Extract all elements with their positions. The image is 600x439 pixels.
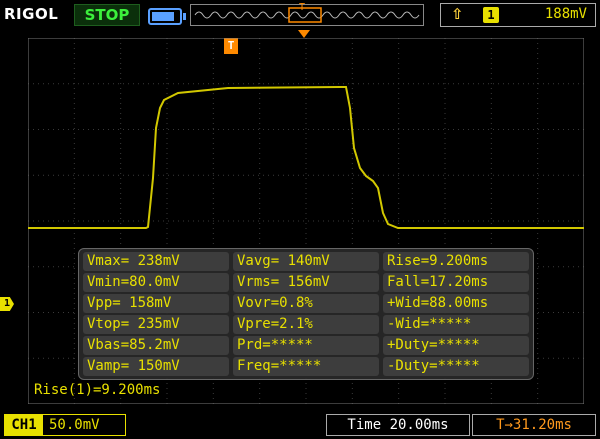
measure-pos-width: +Wid=88.00ms <box>383 294 529 313</box>
bottom-bar: CH1 50.0mV Time 20.00ms T→31.20ms <box>0 408 600 439</box>
measure-vpp: Vpp= 158mV <box>83 294 229 313</box>
measure-row: Vmin=80.0mV Vrms= 156mV Fall=17.20ms <box>79 272 533 293</box>
trigger-panel[interactable]: ⇧ 1 188mV <box>440 3 596 27</box>
measure-vamp: Vamp= 150mV <box>83 357 229 376</box>
channel-1-marker[interactable]: 1 <box>0 297 14 311</box>
channel-1-settings[interactable]: CH1 50.0mV <box>4 414 126 436</box>
timebase-readout[interactable]: Time 20.00ms <box>326 414 470 436</box>
measure-row: Vamp= 150mV Freq=***** -Duty=***** <box>79 356 533 377</box>
trigger-position-arrow-icon[interactable] <box>298 30 310 38</box>
measurement-panel: Vmax= 238mV Vavg= 140mV Rise=9.200ms Vmi… <box>78 248 534 380</box>
memory-depth-bar[interactable]: T <box>190 2 424 26</box>
memory-waveform-icon <box>194 7 420 23</box>
battery-nub <box>183 13 186 20</box>
measure-vtop: Vtop= 235mV <box>83 315 229 334</box>
measure-neg-width: -Wid=***** <box>383 315 529 334</box>
measure-vmax: Vmax= 238mV <box>83 252 229 271</box>
trigger-offset-readout[interactable]: T→31.20ms <box>472 414 596 436</box>
channel-1-scale: 50.0mV <box>49 417 100 433</box>
measure-row: Vbas=85.2mV Prd=***** +Duty=***** <box>79 335 533 356</box>
battery-icon <box>148 8 186 25</box>
measure-vmin: Vmin=80.0mV <box>83 273 229 292</box>
measure-row: Vtop= 235mV Vpre=2.1% -Wid=***** <box>79 314 533 335</box>
brand-logo: RIGOL <box>4 5 59 23</box>
measure-vpre: Vpre=2.1% <box>233 315 379 334</box>
memory-trigger-marker: T <box>299 2 306 13</box>
measure-row: Vpp= 158mV Vovr=0.8% +Wid=88.00ms <box>79 293 533 314</box>
rising-edge-icon: ⇧ <box>451 5 464 23</box>
measure-period: Prd=***** <box>233 336 379 355</box>
measure-neg-duty: -Duty=***** <box>383 357 529 376</box>
measure-rise: Rise=9.200ms <box>383 252 529 271</box>
measure-vbase: Vbas=85.2mV <box>83 336 229 355</box>
measure-readout: Rise(1)=9.200ms <box>34 382 161 398</box>
measure-vavg: Vavg= 140mV <box>233 252 379 271</box>
measure-freq: Freq=***** <box>233 357 379 376</box>
measure-pos-duty: +Duty=***** <box>383 336 529 355</box>
measure-row: Vmax= 238mV Vavg= 140mV Rise=9.200ms <box>79 251 533 272</box>
trigger-level: 188mV <box>544 6 587 22</box>
measure-vovr: Vovr=0.8% <box>233 294 379 313</box>
trigger-channel: 1 <box>483 7 499 23</box>
top-bar: RIGOL STOP T ⇧ 1 188mV <box>0 0 600 30</box>
measure-fall: Fall=17.20ms <box>383 273 529 292</box>
channel-1-label: CH1 <box>5 415 43 435</box>
run-stop-status[interactable]: STOP <box>74 4 140 26</box>
measure-vrms: Vrms= 156mV <box>233 273 379 292</box>
